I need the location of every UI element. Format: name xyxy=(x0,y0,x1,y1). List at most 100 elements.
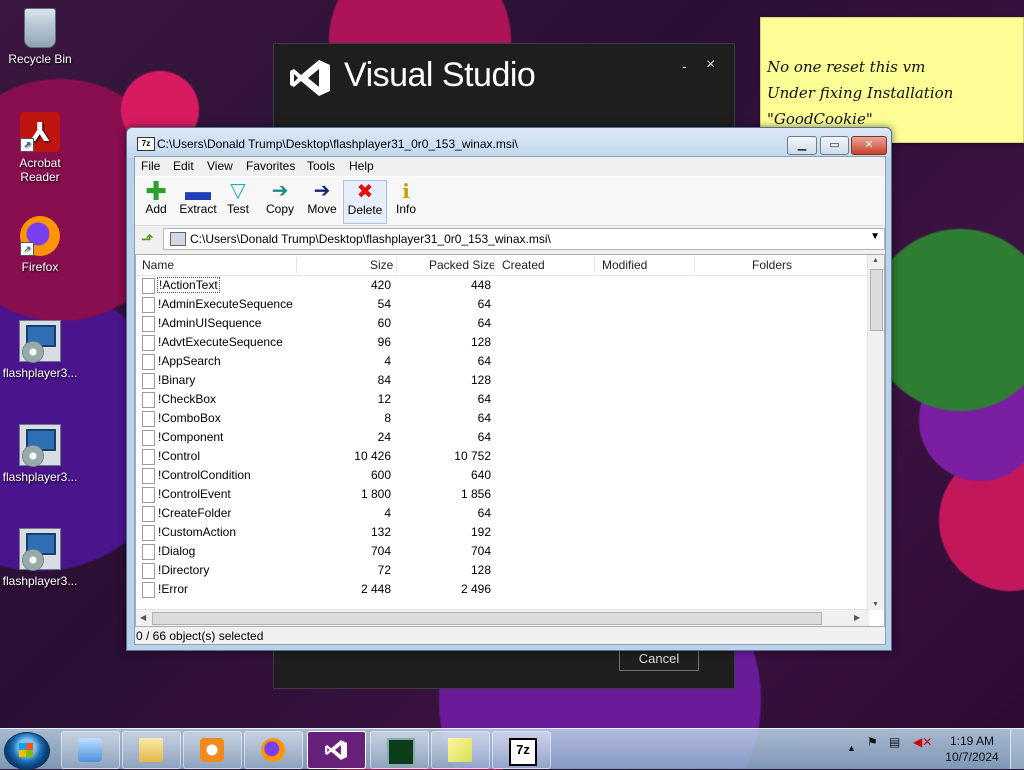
extract-button[interactable]: ▬ Extract xyxy=(177,178,219,222)
sticky-note[interactable]: No one reset this vm Under fixing Instal… xyxy=(760,17,1024,143)
menu-edit[interactable]: Edit xyxy=(173,159,194,173)
show-desktop-button[interactable] xyxy=(1010,729,1024,769)
clock-date: 10/7/2024 xyxy=(945,750,999,764)
menu-favorites[interactable]: Favorites xyxy=(246,159,295,173)
file-icon xyxy=(142,468,155,484)
sticky-line: Under fixing Installation xyxy=(767,84,954,102)
column-folders[interactable]: Folders xyxy=(752,258,792,272)
vs-minimize-button[interactable]: - xyxy=(682,58,687,74)
desktop-icon-firefox[interactable]: ↗ Firefox xyxy=(0,216,80,274)
status-bar: 0 / 66 object(s) selected xyxy=(136,629,264,643)
table-row[interactable]: !AdminUISequence 60 64 xyxy=(136,314,869,333)
table-row[interactable]: !Error 2 448 2 496 xyxy=(136,580,869,599)
task-manager-icon xyxy=(387,738,415,766)
list-rows: !ActionText 420 448 !AdminExecuteSequence 54… xyxy=(136,276,869,599)
column-created[interactable]: Created xyxy=(502,258,545,272)
file-name: !ComboBox xyxy=(158,411,221,425)
copy-button[interactable]: ➔ Copy xyxy=(259,180,301,222)
visual-studio-icon xyxy=(325,740,347,760)
scroll-thumb[interactable] xyxy=(152,612,822,625)
column-modified[interactable]: Modified xyxy=(602,258,647,272)
chevron-up-icon[interactable]: ▲ xyxy=(847,743,856,753)
column-name[interactable]: Name xyxy=(142,258,174,272)
menu-help[interactable]: Help xyxy=(349,159,374,173)
table-row[interactable]: !CreateFolder 4 64 xyxy=(136,504,869,523)
file-packed-size: 640 xyxy=(470,468,491,482)
file-list[interactable]: Name Size Packed Size Created Modified F… xyxy=(135,254,885,627)
scroll-right-icon[interactable]: ▶ xyxy=(854,613,860,622)
chevron-down-icon[interactable]: ▼ xyxy=(870,231,880,242)
action-center-flag-icon[interactable]: ⚑ xyxy=(867,735,878,749)
taskbar-button[interactable] xyxy=(307,731,366,769)
table-row[interactable]: !AdvtExecuteSequence 96 128 xyxy=(136,333,869,352)
desktop-icon-flashplayer-2[interactable]: flashplayer3... xyxy=(0,424,80,484)
minimize-button[interactable]: ▁ xyxy=(787,136,817,155)
taskbar-button[interactable] xyxy=(61,731,120,769)
file-packed-size: 2 496 xyxy=(460,582,491,596)
scroll-up-icon[interactable]: ▲ xyxy=(872,257,879,264)
close-button[interactable]: ✕ xyxy=(851,136,887,155)
table-row[interactable]: !Component 24 64 xyxy=(136,428,869,447)
vertical-scrollbar[interactable]: ▲ ▼ xyxy=(867,255,884,610)
table-row[interactable]: !Directory 72 128 xyxy=(136,561,869,580)
column-packed-size[interactable]: Packed Size xyxy=(429,258,496,272)
scroll-down-icon[interactable]: ▼ xyxy=(872,601,879,608)
shortcut-arrow-icon: ↗ xyxy=(20,138,34,152)
file-name: !Directory xyxy=(158,563,210,577)
table-row[interactable]: !CheckBox 12 64 xyxy=(136,390,869,409)
installer-package-icon xyxy=(19,528,61,571)
vs-close-button[interactable]: × xyxy=(706,56,715,74)
table-row[interactable]: !ControlEvent 1 800 1 856 xyxy=(136,485,869,504)
scroll-thumb[interactable] xyxy=(870,269,883,331)
window-titlebar[interactable]: 7z C:\Users\Donald Trump\Desktop\flashpl… xyxy=(127,128,891,158)
folder-up-icon[interactable]: ⬏ xyxy=(141,230,154,248)
taskbar-button[interactable]: 7z xyxy=(492,731,551,769)
table-row[interactable]: !Binary 84 128 xyxy=(136,371,869,390)
info-button[interactable]: i Info xyxy=(385,180,427,222)
maximize-button[interactable]: ▭ xyxy=(820,136,849,155)
desktop-icon-acrobat[interactable]: ⅄ ↗ Acrobat Reader xyxy=(0,112,80,184)
address-field[interactable]: C:\Users\Donald Trump\Desktop\flashplaye… xyxy=(163,228,885,250)
desktop-icon-recycle-bin[interactable]: Recycle Bin xyxy=(0,8,80,66)
add-button[interactable]: ✚ Add xyxy=(135,178,177,222)
table-row[interactable]: !Dialog 704 704 xyxy=(136,542,869,561)
address-path: C:\Users\Donald Trump\Desktop\flashplaye… xyxy=(190,232,551,246)
menu-file[interactable]: File xyxy=(141,159,160,173)
file-icon xyxy=(142,297,155,313)
taskbar-button[interactable] xyxy=(431,731,490,769)
column-size[interactable]: Size xyxy=(370,258,393,272)
horizontal-scrollbar[interactable]: ◀ ▶ xyxy=(136,609,869,626)
table-row[interactable]: !ComboBox 8 64 xyxy=(136,409,869,428)
menu-bar: File Edit View Favorites Tools Help xyxy=(135,157,885,176)
table-row[interactable]: !AdminExecuteSequence 54 64 xyxy=(136,295,869,314)
table-row[interactable]: !CustomAction 132 192 xyxy=(136,523,869,542)
sticky-line: No one reset this vm xyxy=(767,58,926,76)
desktop-icon-flashplayer-3[interactable]: flashplayer3... xyxy=(0,528,80,588)
network-icon[interactable]: ▤ xyxy=(889,735,900,749)
taskbar-button[interactable] xyxy=(122,731,181,769)
table-row[interactable]: !AppSearch 4 64 xyxy=(136,352,869,371)
taskbar-button[interactable] xyxy=(370,731,429,769)
menu-tools[interactable]: Tools xyxy=(307,159,335,173)
file-packed-size: 10 752 xyxy=(454,449,491,463)
scroll-left-icon[interactable]: ◀ xyxy=(140,613,146,622)
visual-studio-logo-icon xyxy=(290,60,330,96)
menu-view[interactable]: View xyxy=(207,159,233,173)
test-button[interactable]: ▽ Test xyxy=(217,180,259,222)
file-packed-size: 704 xyxy=(470,544,491,558)
desktop-icon-flashplayer-1[interactable]: flashplayer3... xyxy=(0,320,80,380)
start-button[interactable] xyxy=(4,732,50,770)
table-row[interactable]: !ActionText 420 448 xyxy=(136,276,869,295)
taskbar-button[interactable] xyxy=(244,731,303,769)
volume-muted-icon[interactable]: ◀✕ xyxy=(913,735,932,749)
delete-button[interactable]: ✖ Delete xyxy=(343,180,387,224)
clock[interactable]: 1:19 AM 10/7/2024 xyxy=(944,733,1000,765)
move-button[interactable]: ➔ Move xyxy=(301,180,343,222)
toolbar-label: Add xyxy=(145,202,167,216)
file-packed-size: 64 xyxy=(477,354,491,368)
table-row[interactable]: !Control 10 426 10 752 xyxy=(136,447,869,466)
table-row[interactable]: !ControlCondition 600 640 xyxy=(136,466,869,485)
toolbar-label: Move xyxy=(307,202,337,216)
taskbar-button[interactable] xyxy=(183,731,242,769)
file-icon xyxy=(142,278,155,294)
